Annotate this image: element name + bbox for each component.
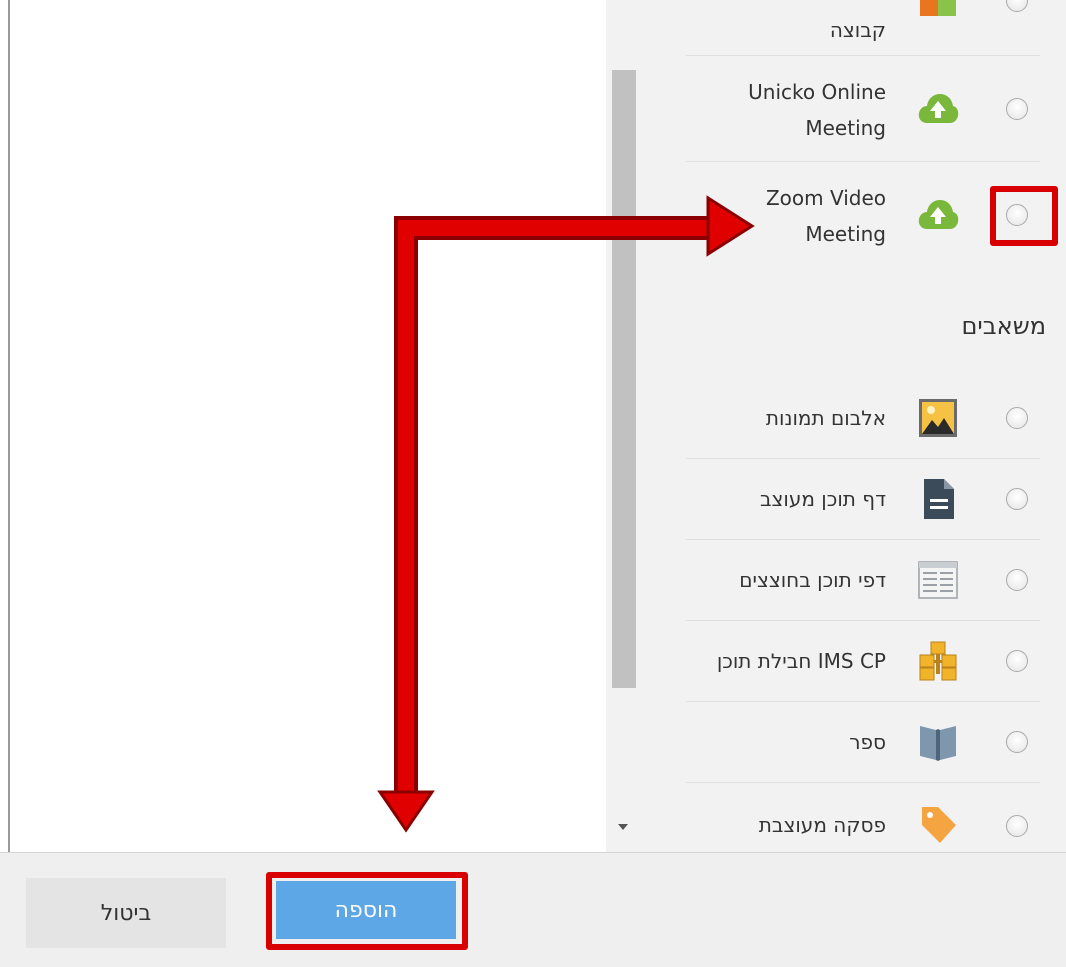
book-icon [920,726,956,761]
radio-formatted-content-page[interactable] [1006,488,1028,510]
group-icon [920,0,956,16]
item-label: דפי תוכן בחוצצים [739,568,886,592]
item-label: קבוצה [829,18,886,42]
activity-chooser-dialog: קבוצה Unicko Online Meeting Zoom Video M… [0,0,1066,967]
radio-group[interactable] [1006,0,1028,12]
radio-formatted-label[interactable] [1006,815,1028,837]
radio-tabbed-content-pages[interactable] [1006,569,1028,591]
cancel-button[interactable]: ביטול [26,878,226,948]
item-label-line2: Meeting [805,116,886,140]
item-label: חבילת תוכן IMS CP [716,649,886,673]
tabbed-pages-icon [918,561,958,599]
document-icon [924,479,954,519]
package-icon [919,641,957,681]
list-item-formatted-content-page[interactable]: דף תוכן מעוצב [686,459,1042,540]
radio-ims-content-package[interactable] [1006,650,1028,672]
item-label-line1: Zoom Video [765,186,886,210]
left-divider [8,0,10,852]
list-item-unicko-online-meeting[interactable]: Unicko Online Meeting [686,56,1042,162]
arrow-head-down [377,790,435,833]
item-label-line2: Meeting [805,222,886,246]
list-item-tabbed-content-pages[interactable]: דפי תוכן בחוצצים [686,540,1042,621]
item-label: ספר [849,730,886,754]
radio-image-album[interactable] [1006,407,1028,429]
list-item-zoom-video-meeting[interactable]: Zoom Video Meeting [686,162,1042,268]
highlight-box-add-button [266,872,468,950]
list-item-group[interactable]: קבוצה [686,0,1042,56]
upload-cloud-icon [918,200,959,229]
item-label: אלבום תמונות [765,406,886,430]
radio-book[interactable] [1006,731,1028,753]
scrollbar-thumb[interactable] [612,70,636,688]
list-item-image-album[interactable]: אלבום תמונות [686,378,1042,459]
scroll-down-arrow-icon[interactable] [618,824,628,830]
item-label-line1: Unicko Online [748,80,886,104]
item-label: פסקה מעוצבת [758,813,886,837]
image-album-icon [919,399,957,437]
upload-cloud-icon [918,94,959,123]
list-item-book[interactable]: ספר [686,702,1042,783]
item-label: דף תוכן מעוצב [759,487,886,511]
radio-unicko-online-meeting[interactable] [1006,98,1028,120]
highlight-box-zoom-radio [990,186,1058,246]
list-item-ims-content-package[interactable]: חבילת תוכן IMS CP [686,621,1042,702]
section-title-resources: משאבים [961,312,1046,340]
label-tag-icon [922,807,956,843]
